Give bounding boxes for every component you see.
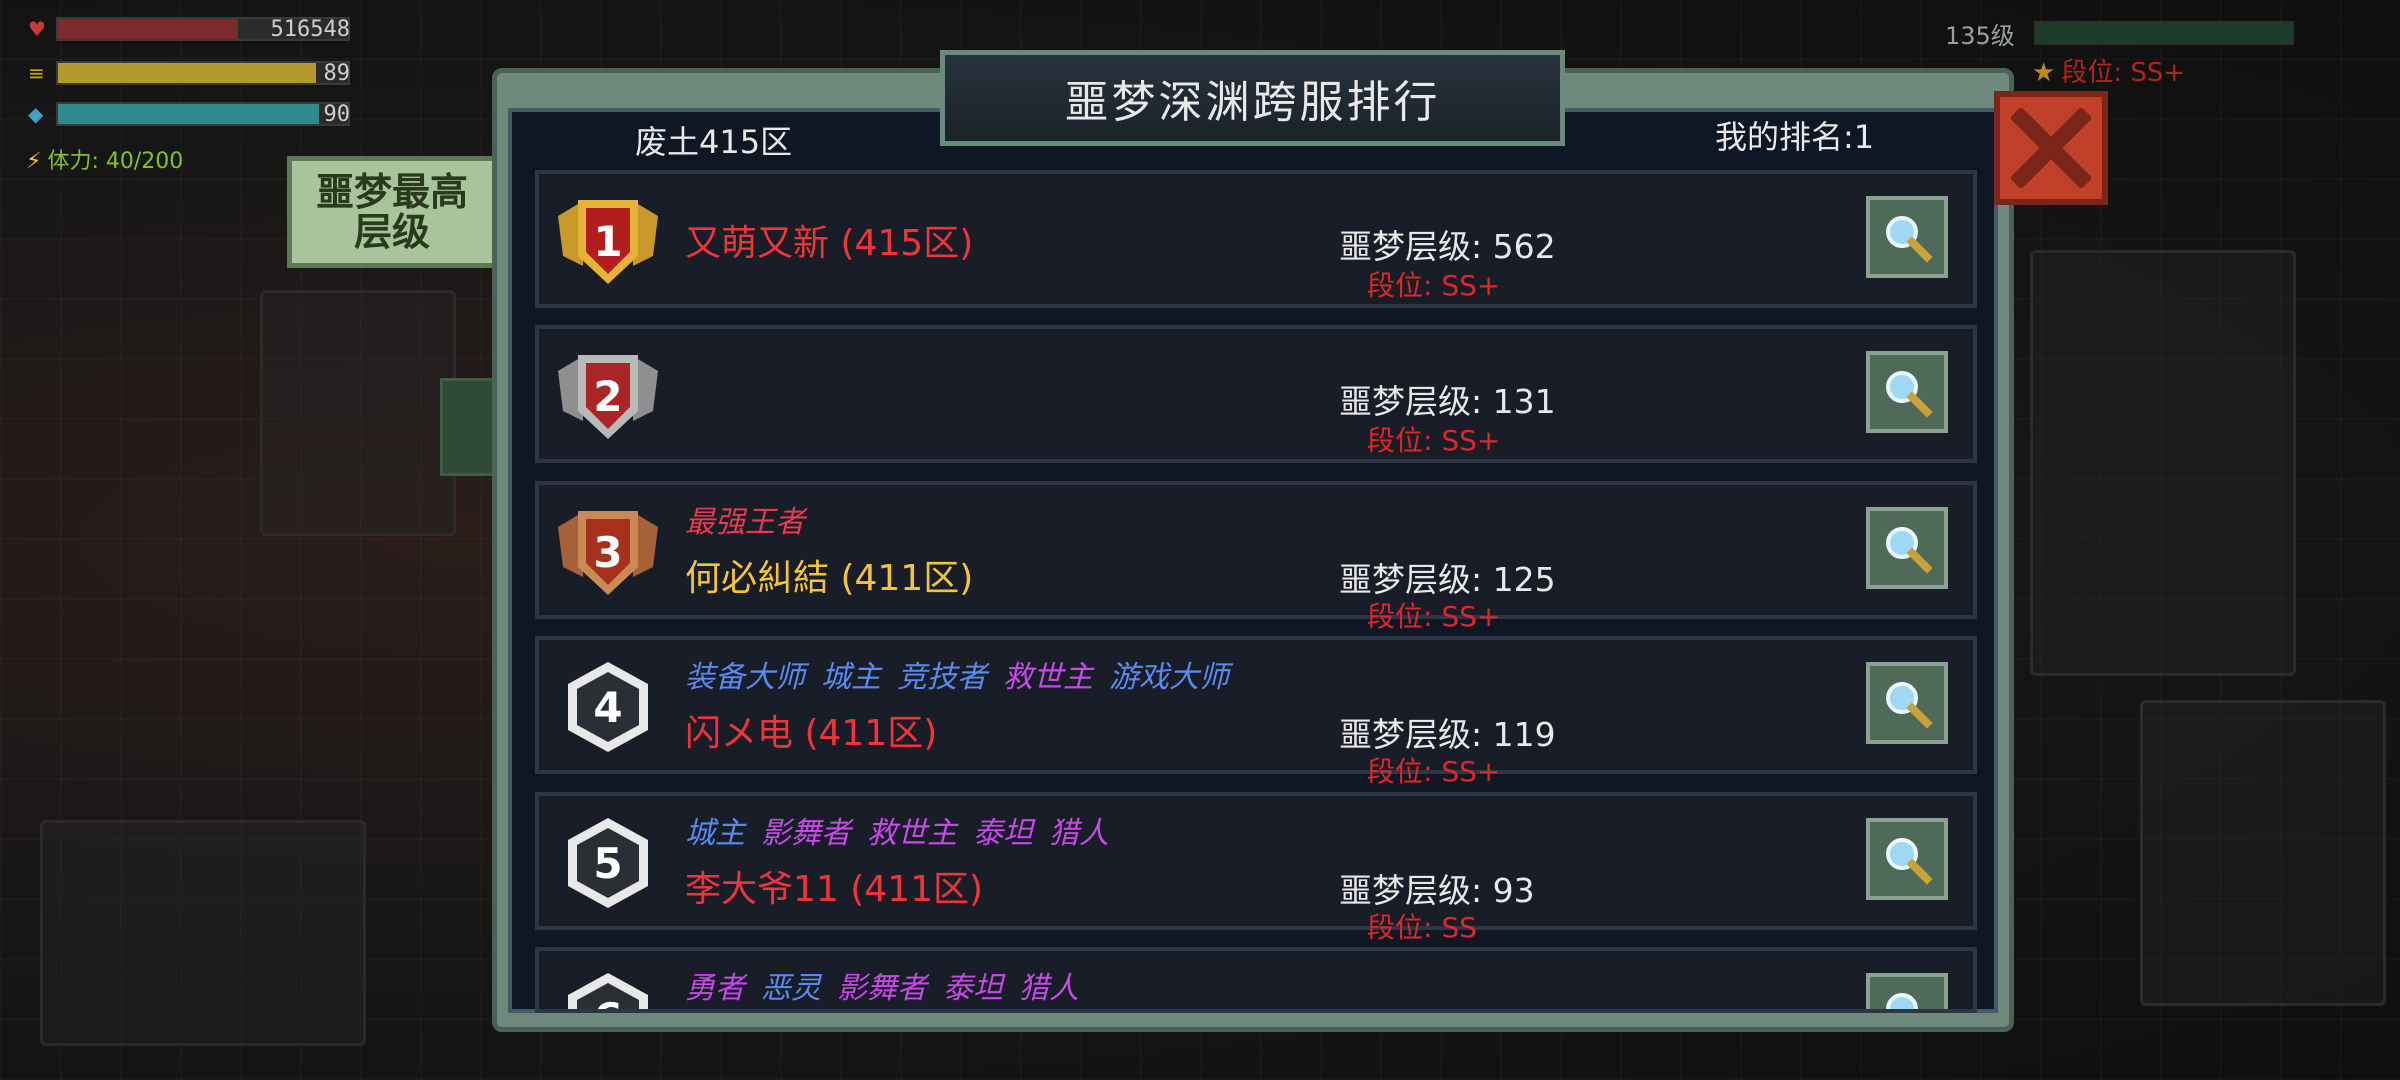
player-name: 又萌又新 (415区): [685, 223, 974, 264]
player-titles: 城主 影舞者 救世主 泰坦 猎人: [685, 808, 1125, 852]
tier-label: 段位: SS+: [1367, 755, 1501, 788]
player-title: 救世主: [867, 816, 957, 851]
tab-nightmare-max-floor[interactable]: 噩梦最高层级: [287, 156, 497, 268]
nightmare-floor: 噩梦层级: 562: [1339, 227, 1556, 266]
magnifier-icon: [1886, 993, 1918, 1009]
magnifier-icon: [1886, 838, 1933, 885]
player-title: 城主: [685, 816, 745, 851]
energy-value: 89: [323, 60, 351, 86]
hp-bar: ♥ 516548: [28, 17, 350, 42]
rank-medal-icon: 3: [553, 497, 663, 607]
player-title: 勇者: [685, 971, 745, 1006]
nightmare-floor: 噩梦层级: 131: [1339, 382, 1556, 421]
nightmare-floor: 噩梦层级: 93: [1339, 871, 1535, 910]
player-title: 恶灵: [761, 971, 821, 1006]
svg-text:2: 2: [593, 372, 622, 421]
energy-icon: ≡: [28, 61, 45, 85]
player-title: 装备大师: [685, 660, 805, 695]
ranking-row: 2 噩梦层级: 131 段位: SS+: [535, 325, 1977, 463]
player-title: 最强王者: [685, 505, 805, 540]
player-name: 闪メ电 (411区): [685, 713, 938, 754]
heart-icon: ♥: [28, 17, 46, 41]
view-player-button[interactable]: [1866, 973, 1948, 1009]
close-button[interactable]: [1994, 91, 2108, 205]
view-player-button[interactable]: [1866, 196, 1948, 278]
svg-text:3: 3: [593, 528, 622, 577]
background-shelf: [40, 820, 366, 1046]
player-level: 135级: [1945, 22, 2015, 50]
rank-medal-icon: 4: [553, 652, 663, 762]
panel-title: 噩梦深渊跨服排行: [940, 50, 1565, 146]
view-player-button[interactable]: [1866, 818, 1948, 900]
rank-medal-icon: 6: [553, 963, 663, 1013]
magnifier-icon: [1886, 216, 1933, 263]
tier-label: 段位: SS: [1367, 911, 1477, 944]
player-titles: 最强王者: [685, 497, 821, 541]
tier-label: 段位: SS+: [1367, 424, 1501, 457]
svg-text:4: 4: [593, 683, 622, 732]
player-name: 李大爷11 (411区): [685, 869, 984, 910]
water-bar: ◆ 90: [28, 102, 350, 127]
background-machine: [260, 290, 456, 536]
player-title: 猎人: [1019, 971, 1079, 1006]
player-name: 何必糾結 (411区): [685, 558, 974, 599]
magnifier-icon: [1886, 527, 1933, 574]
player-title: 猎人: [1049, 816, 1109, 851]
nightmare-floor: 噩梦层级: 119: [1339, 715, 1556, 754]
rank-medal-icon: 5: [553, 808, 663, 918]
rank-medal-icon: 2: [553, 341, 663, 451]
player-title: 游戏大师: [1109, 660, 1229, 695]
experience-bar: [2034, 21, 2294, 45]
tier-label: 段位: SS+: [1367, 600, 1501, 633]
ranking-row: 5 城主 影舞者 救世主 泰坦 猎人 李大爷11 (411区) 噩梦层级: 93 段位: SS: [535, 792, 1977, 944]
tier-label: 段位: SS+: [1367, 269, 1501, 302]
svg-text:6: 6: [593, 994, 622, 1013]
view-player-button[interactable]: [1866, 351, 1948, 433]
player-title: 泰坦: [943, 971, 1003, 1006]
ranking-row: 3 最强王者何必糾結 (411区) 噩梦层级: 125 段位: SS+: [535, 481, 1977, 633]
star-icon: ★: [2032, 58, 2056, 88]
magnifier-icon: [1886, 371, 1933, 418]
ranking-row: 6 勇者恶灵影舞者泰坦猎人: [535, 947, 1977, 1013]
player-title: 竞技者: [897, 660, 987, 695]
magnifier-icon: [1886, 682, 1933, 729]
lightning-icon: ⚡: [26, 149, 42, 174]
energy-bar: ≡ 89: [28, 61, 350, 86]
player-titles: 勇者 恶灵 影舞者 泰坦 猎人: [685, 963, 1095, 1007]
my-rank-label: 我的排名:1: [1715, 118, 1875, 156]
background-table: [2030, 250, 2296, 676]
stamina-label: ⚡ 体力: 40/200: [26, 149, 184, 174]
player-title: 城主: [821, 660, 881, 695]
player-title: 救世主: [1003, 660, 1093, 695]
nightmare-floor: 噩梦层级: 125: [1339, 560, 1556, 599]
svg-text:1: 1: [593, 217, 622, 266]
player-tier: ★ 段位: SS+: [2032, 58, 2186, 88]
ranking-row: 1 又萌又新 (415区) 噩梦层级: 562 段位: SS+: [535, 170, 1977, 308]
water-icon: ◆: [28, 102, 44, 126]
background-console: [2140, 700, 2386, 1006]
player-title: 泰坦: [973, 816, 1033, 851]
view-player-button[interactable]: [1866, 507, 1948, 589]
player-title: 影舞者: [837, 971, 927, 1006]
player-titles: 装备大师 城主 竞技者 救世主 游戏大师: [685, 652, 1245, 696]
server-label: 废土415区: [635, 123, 793, 161]
water-value: 90: [323, 101, 351, 127]
rank-medal-icon: 1: [553, 186, 663, 296]
ranking-row: 4 装备大师 城主 竞技者 救世主 游戏大师 闪メ电 (411区) 噩梦层级: 119 段位: …: [535, 636, 1977, 788]
view-player-button[interactable]: [1866, 662, 1948, 744]
player-title: 影舞者: [761, 816, 851, 851]
hp-value: 516548: [270, 16, 350, 42]
tab-label: 噩梦最高层级: [315, 170, 468, 254]
close-icon: [2011, 108, 2091, 188]
svg-text:5: 5: [593, 839, 622, 888]
